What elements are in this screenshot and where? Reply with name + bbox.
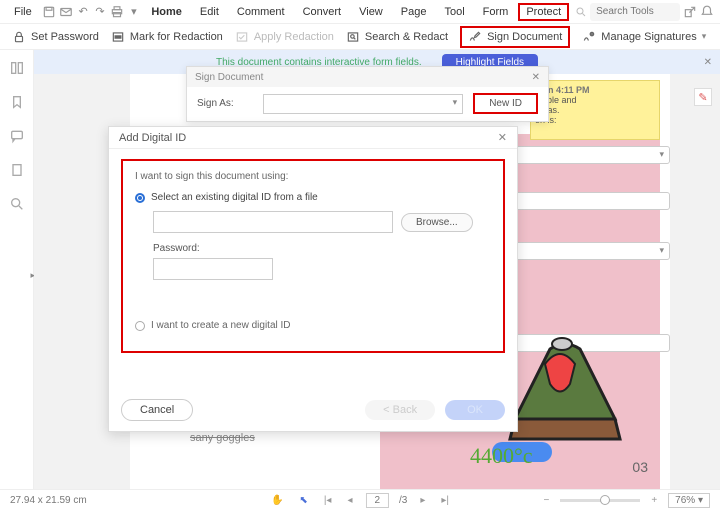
option-existing-label: Select an existing digital ID from a fil… bbox=[151, 192, 318, 203]
ok-button[interactable]: OK bbox=[445, 400, 505, 420]
menu-comment[interactable]: Comment bbox=[229, 3, 293, 21]
page-dimensions: 27.94 x 21.59 cm bbox=[10, 495, 87, 506]
password-label: Password: bbox=[153, 243, 491, 254]
search-tools-input[interactable] bbox=[590, 3, 680, 21]
set-password-button[interactable]: Set Password bbox=[12, 30, 99, 44]
sticky-note[interactable]: Mon 4:11 PM stable and n gas. on is: bbox=[530, 80, 660, 140]
zoom-slider[interactable] bbox=[560, 499, 640, 502]
zoom-out-icon[interactable]: − bbox=[540, 495, 552, 506]
sign-document-label: Sign Document bbox=[487, 31, 562, 43]
sign-document-button[interactable]: Sign Document bbox=[460, 26, 570, 48]
page-total: /3 bbox=[399, 495, 407, 506]
share-icon[interactable] bbox=[682, 4, 697, 20]
chevron-down-icon[interactable]: ▾ bbox=[126, 4, 141, 20]
dialog-header: Add Digital ID ✕ bbox=[109, 127, 517, 149]
prev-page-icon[interactable]: ◂ bbox=[344, 495, 355, 506]
apply-redaction-button: Apply Redaction bbox=[235, 30, 334, 44]
menu-form[interactable]: Form bbox=[475, 3, 517, 21]
next-page-icon[interactable]: ▸ bbox=[417, 495, 428, 506]
note-timestamp: Mon 4:11 PM bbox=[535, 85, 655, 95]
menu-page[interactable]: Page bbox=[393, 3, 435, 21]
note-line: on is: bbox=[535, 115, 655, 125]
page-input[interactable]: 2 bbox=[365, 493, 389, 508]
mark-redaction-icon bbox=[111, 30, 125, 44]
manage-signatures-label: Manage Signatures bbox=[601, 31, 696, 43]
radio-unselected-icon bbox=[135, 321, 145, 331]
left-sidebar: ▸ bbox=[0, 50, 34, 489]
sign-as-label: Sign As: bbox=[197, 98, 253, 109]
option-new-id[interactable]: I want to create a new digital ID bbox=[135, 320, 491, 331]
lock-icon bbox=[12, 30, 26, 44]
menu-home[interactable]: Home bbox=[143, 3, 190, 21]
menu-bar: File ↶ ↷ ▾ Home Edit Comment Convert Vie… bbox=[0, 0, 720, 24]
mark-redaction-label: Mark for Redaction bbox=[130, 31, 223, 43]
file-path-input[interactable] bbox=[153, 211, 393, 233]
zoom-in-icon[interactable]: + bbox=[648, 495, 660, 506]
undo-icon[interactable]: ↶ bbox=[76, 4, 91, 20]
apply-redaction-icon bbox=[235, 30, 249, 44]
volcano-illustration bbox=[500, 324, 630, 454]
menu-view[interactable]: View bbox=[351, 3, 391, 21]
doc-temperature: 4400°c bbox=[470, 443, 533, 469]
dialog-title: Sign Document bbox=[195, 72, 263, 83]
sign-document-dialog: Sign Document ✕ Sign As: ▾ New ID bbox=[186, 66, 549, 122]
manage-signatures-button[interactable]: Manage Signatures ▾ bbox=[582, 30, 706, 44]
search-panel-icon[interactable] bbox=[9, 196, 25, 212]
search-redact-icon bbox=[346, 30, 360, 44]
menu-tool[interactable]: Tool bbox=[436, 3, 472, 21]
option-existing-id[interactable]: Select an existing digital ID from a fil… bbox=[135, 192, 491, 203]
id-options-group: I want to sign this document using: Sele… bbox=[121, 159, 505, 353]
signature-ribbon-icon[interactable]: ✎ bbox=[694, 88, 712, 106]
note-line: stable and bbox=[535, 95, 655, 105]
browse-button[interactable]: Browse... bbox=[401, 213, 473, 232]
dialog-title: Add Digital ID bbox=[119, 132, 186, 144]
prompt-text: I want to sign this document using: bbox=[135, 171, 491, 182]
search-redact-button[interactable]: Search & Redact bbox=[346, 30, 448, 44]
mail-icon[interactable] bbox=[59, 4, 74, 20]
mark-redaction-button[interactable]: Mark for Redaction bbox=[111, 30, 223, 44]
search-redact-label: Search & Redact bbox=[365, 31, 448, 43]
attachment-icon[interactable] bbox=[9, 162, 25, 178]
menu-convert[interactable]: Convert bbox=[295, 3, 350, 21]
password-input[interactable] bbox=[153, 258, 273, 280]
menu-edit[interactable]: Edit bbox=[192, 3, 227, 21]
comment-icon[interactable] bbox=[9, 128, 25, 144]
doc-page-number: 03 bbox=[632, 459, 648, 475]
last-page-icon[interactable]: ▸| bbox=[438, 495, 452, 506]
status-bar: 27.94 x 21.59 cm ✋ ⬉ |◂ ◂ 2 /3 ▸ ▸| − + … bbox=[0, 489, 720, 511]
back-button: < Back bbox=[365, 400, 435, 420]
close-icon[interactable]: ✕ bbox=[532, 72, 540, 83]
thumbnails-icon[interactable] bbox=[9, 60, 25, 76]
radio-selected-icon bbox=[135, 193, 145, 203]
menu-file[interactable]: File bbox=[6, 3, 40, 21]
cancel-button[interactable]: Cancel bbox=[121, 399, 193, 421]
add-digital-id-dialog: Add Digital ID ✕ I want to sign this doc… bbox=[108, 126, 518, 432]
dialog-header: Sign Document ✕ bbox=[187, 67, 548, 87]
close-icon[interactable]: ✕ bbox=[498, 131, 507, 144]
banner-close-icon[interactable]: ✕ bbox=[704, 57, 712, 68]
set-password-label: Set Password bbox=[31, 31, 99, 43]
protect-toolbar: Set Password Mark for Redaction Apply Re… bbox=[0, 24, 720, 50]
hand-tool-icon[interactable]: ✋ bbox=[268, 495, 286, 506]
option-new-label: I want to create a new digital ID bbox=[151, 320, 291, 331]
apply-redaction-label: Apply Redaction bbox=[254, 31, 334, 43]
note-line: n gas. bbox=[535, 105, 655, 115]
search-icon[interactable] bbox=[573, 4, 588, 20]
manage-sig-icon bbox=[582, 30, 596, 44]
first-page-icon[interactable]: |◂ bbox=[321, 495, 335, 506]
menu-protect[interactable]: Protect bbox=[518, 3, 569, 21]
slider-thumb[interactable] bbox=[600, 495, 610, 505]
bookmark-icon[interactable] bbox=[9, 94, 25, 110]
print-icon[interactable] bbox=[109, 4, 124, 20]
zoom-value[interactable]: 76% ▾ bbox=[668, 493, 710, 508]
doc-text-fragment: sany goggles bbox=[190, 432, 255, 444]
sign-as-select[interactable]: ▾ bbox=[263, 94, 463, 114]
sign-icon bbox=[468, 30, 482, 44]
save-icon[interactable] bbox=[42, 4, 57, 20]
redo-icon[interactable]: ↷ bbox=[93, 4, 108, 20]
chevron-down-icon: ▾ bbox=[702, 31, 707, 42]
bell-icon[interactable] bbox=[699, 4, 714, 20]
new-id-button[interactable]: New ID bbox=[473, 93, 538, 114]
select-tool-icon[interactable]: ⬉ bbox=[296, 495, 310, 506]
